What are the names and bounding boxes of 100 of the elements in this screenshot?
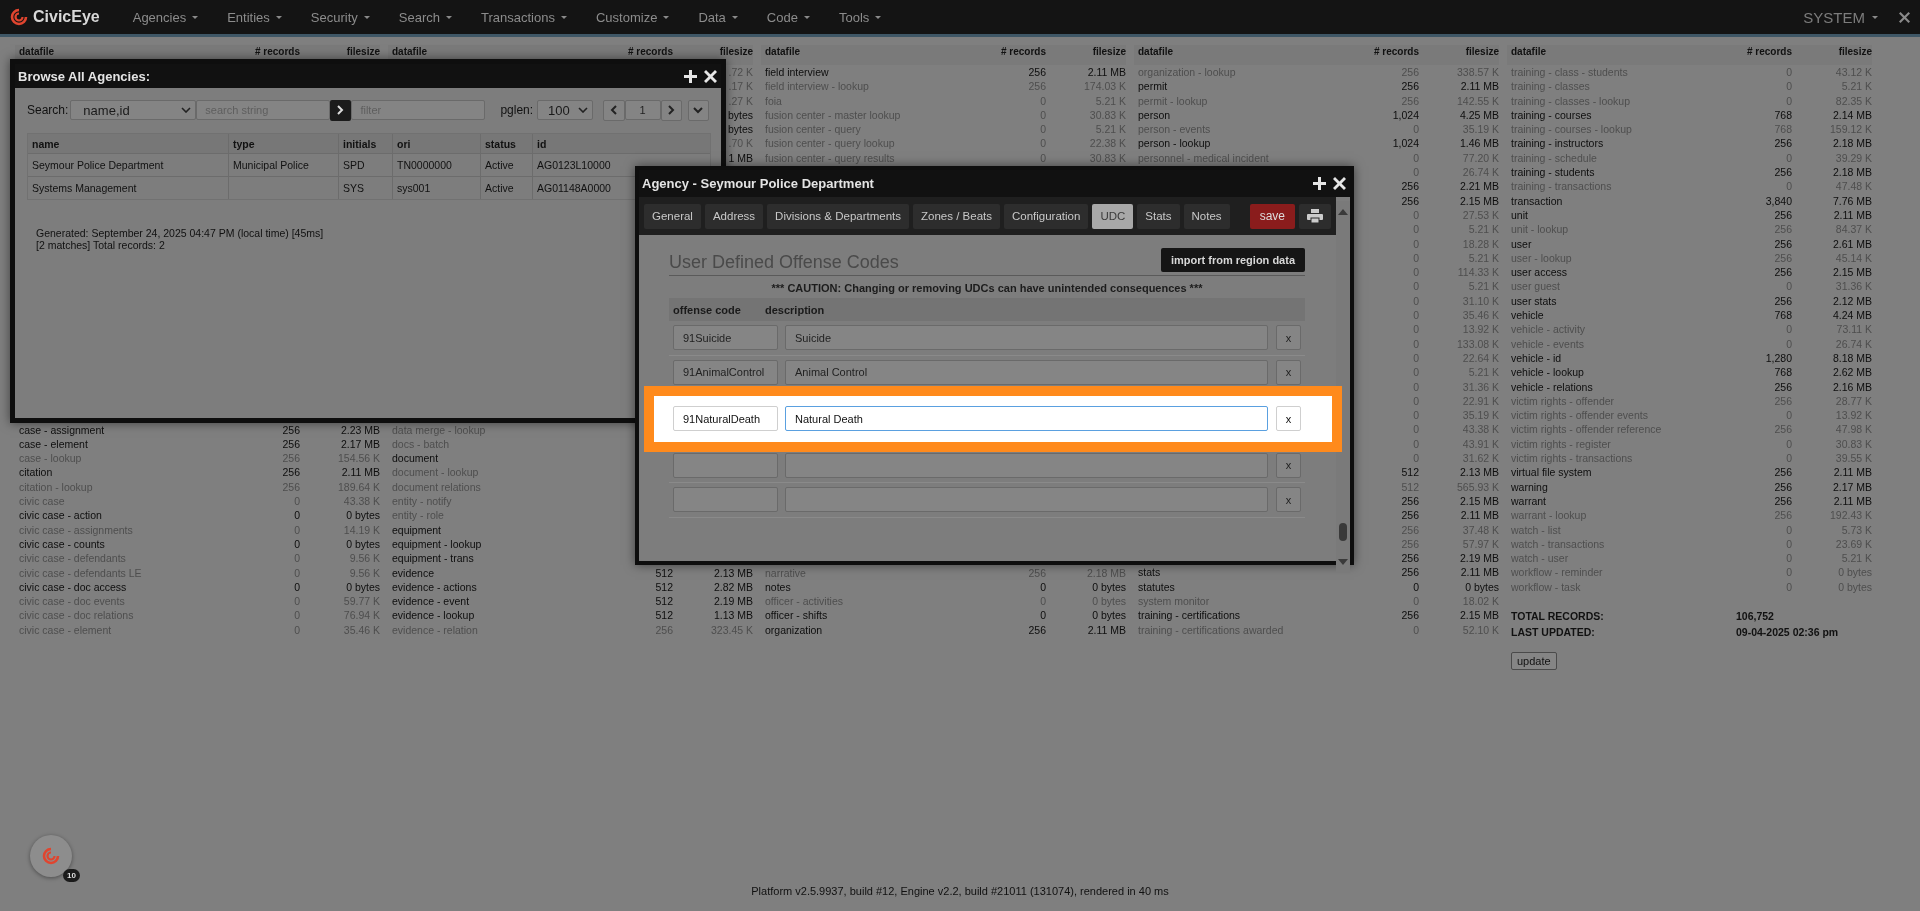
search-field-select[interactable]: name,id xyxy=(70,100,197,120)
tab[interactable]: Divisions & Departments xyxy=(767,203,909,229)
tab[interactable]: Configuration xyxy=(1004,203,1089,229)
table-cell: organization xyxy=(765,623,823,636)
chevron-left-icon xyxy=(610,105,618,115)
notification-count: 10 xyxy=(63,869,80,882)
table-cell: 768 xyxy=(1774,365,1792,380)
menu-item[interactable]: Security xyxy=(299,9,382,25)
table-cell: 4.25 MB xyxy=(1459,107,1499,123)
table-cell: vehicle - lookup xyxy=(1511,366,1584,379)
close-icon[interactable] xyxy=(704,69,717,83)
offense-code-input[interactable]: 91NaturalDeath xyxy=(673,406,778,432)
description-input[interactable] xyxy=(785,487,1268,513)
table-cell: training - students xyxy=(1511,166,1595,179)
column-header: datafile xyxy=(391,46,428,59)
delete-button[interactable]: x xyxy=(1276,359,1301,385)
plus-icon[interactable] xyxy=(684,69,697,83)
expand-button[interactable] xyxy=(687,99,709,121)
menu-item[interactable]: Search xyxy=(387,9,464,25)
table-cell: 256 xyxy=(282,436,300,452)
user-menu[interactable]: SYSTEM xyxy=(1797,7,1885,27)
table-cell: 256 xyxy=(1774,293,1792,309)
logo-icon xyxy=(10,8,28,26)
menu-item[interactable]: Agencies xyxy=(121,9,211,25)
table-cell: 2.17 MB xyxy=(1832,479,1872,494)
table-cell: 2.11 MB xyxy=(1833,465,1872,480)
table-cell: 256 xyxy=(1774,136,1792,151)
delete-button[interactable]: x xyxy=(1276,406,1301,432)
page-number-input[interactable]: 1 xyxy=(624,100,661,120)
tab[interactable]: UDC xyxy=(1092,203,1134,229)
app-logo-text[interactable]: CivicEye xyxy=(33,8,100,26)
table-cell: 256 xyxy=(1774,493,1792,509)
column-header: datafile xyxy=(1137,46,1174,59)
table-cell: 1.13 MB xyxy=(713,608,753,623)
search-button[interactable] xyxy=(330,99,352,121)
description-input[interactable]: Suicide xyxy=(785,325,1268,351)
tab[interactable]: Stats xyxy=(1137,203,1180,229)
description-input[interactable] xyxy=(785,452,1268,478)
offense-code-input[interactable] xyxy=(673,487,778,513)
tab[interactable]: Address xyxy=(704,203,764,229)
table-cell: 2.11 MB xyxy=(1460,508,1499,523)
menu-item[interactable]: Transactions xyxy=(470,9,579,25)
caret-icon xyxy=(445,14,453,20)
total-value: 106,752 xyxy=(1736,610,1774,624)
delete-button[interactable]: x xyxy=(1276,487,1301,513)
table-cell: 256 xyxy=(1401,608,1419,623)
menu-item[interactable]: Code xyxy=(755,9,822,25)
description-input[interactable]: Animal Control xyxy=(785,359,1268,385)
next-page-button[interactable] xyxy=(660,99,682,121)
table-cell: 0 xyxy=(294,536,300,552)
table-cell: 256 xyxy=(282,465,300,480)
table-cell: user access xyxy=(1511,266,1568,279)
tab[interactable]: Zones / Beats xyxy=(913,203,1000,229)
caret-icon xyxy=(874,14,883,20)
table-cell: 256 xyxy=(282,422,300,437)
table-cell: warrant xyxy=(1511,494,1546,507)
column-header: # records xyxy=(1372,46,1419,59)
column-header: # records xyxy=(999,46,1046,59)
table-cell: 2.13 MB xyxy=(1459,465,1499,480)
tab[interactable]: General xyxy=(644,203,701,229)
print-button[interactable] xyxy=(1299,203,1331,229)
table-cell: case - assignment xyxy=(19,423,105,436)
table-cell: citation xyxy=(19,466,53,479)
table-cell: 256 xyxy=(1028,622,1046,637)
delete-button[interactable]: x xyxy=(1276,325,1301,351)
menu-item[interactable]: Customize xyxy=(584,9,682,25)
description-input[interactable]: Natural Death xyxy=(785,406,1268,432)
table-cell: 2.18 MB xyxy=(1832,165,1872,180)
plus-icon[interactable] xyxy=(1313,177,1326,190)
table-cell: equipment - trans xyxy=(392,552,474,565)
caret-icon xyxy=(730,14,739,20)
dialog-title: Browse All Agencies: xyxy=(18,68,150,84)
import-button[interactable]: import from region data xyxy=(1160,248,1305,272)
table-cell: 2.11 MB xyxy=(341,465,380,480)
column-header: type xyxy=(228,134,338,153)
close-icon[interactable] xyxy=(1333,177,1346,190)
column-header: name xyxy=(31,136,61,152)
previous-page-button[interactable] xyxy=(603,99,625,121)
table-cell: 2.11 MB xyxy=(1833,493,1872,509)
table-cell: 2.11 MB xyxy=(1833,207,1872,223)
table-cell: 2.21 MB xyxy=(1459,179,1499,194)
table-cell: 1 MB xyxy=(728,150,753,166)
caret-icon xyxy=(274,14,283,20)
offense-code-input[interactable]: 91Suicide xyxy=(673,325,778,351)
chevron-right-icon xyxy=(337,105,345,115)
table-cell: 2.62 MB xyxy=(1832,365,1872,380)
menu-item[interactable]: Entities xyxy=(216,9,294,25)
save-button[interactable]: save xyxy=(1249,203,1295,229)
table-cell: person xyxy=(1138,108,1171,121)
offense-code-input[interactable]: 91AnimalControl xyxy=(673,359,778,385)
page-length-select[interactable]: 100 xyxy=(537,100,594,120)
delete-button[interactable]: x xyxy=(1276,452,1301,478)
offense-code-input[interactable] xyxy=(673,452,778,478)
menu-item[interactable]: Tools xyxy=(827,9,894,25)
menu-item[interactable]: Data xyxy=(687,9,750,25)
column-header: offense code xyxy=(672,303,742,316)
table-cell: 2.11 MB xyxy=(1460,565,1499,580)
tab[interactable]: Notes xyxy=(1183,203,1230,229)
update-button[interactable]: update xyxy=(1511,652,1557,670)
table-cell: field interview xyxy=(765,66,829,78)
